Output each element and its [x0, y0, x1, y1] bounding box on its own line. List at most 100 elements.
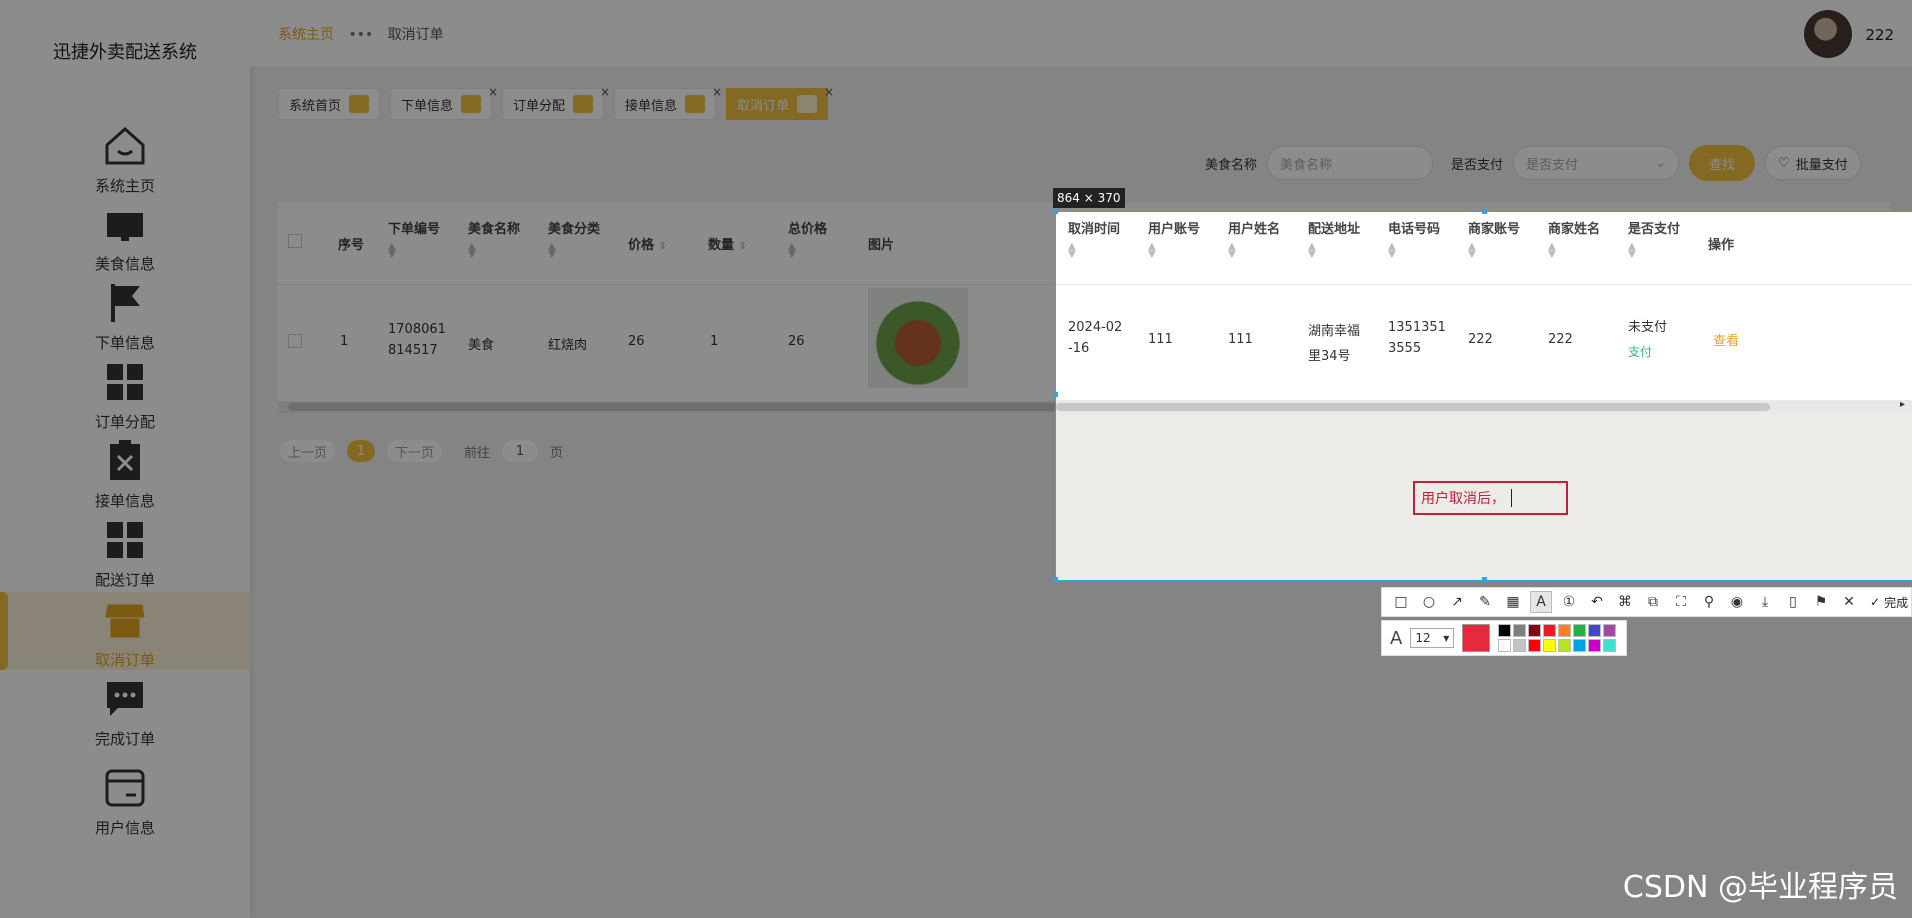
chat-icon	[107, 682, 143, 716]
tab-orders[interactable]: 下单信息 ×	[390, 85, 498, 120]
color-swatch[interactable]	[1603, 624, 1617, 637]
resize-handle[interactable]	[1482, 209, 1487, 214]
page-number-current[interactable]: 1	[347, 440, 376, 462]
select-all-checkbox[interactable]	[288, 234, 302, 248]
row-checkbox[interactable]	[288, 334, 302, 348]
color-swatch[interactable]	[1528, 624, 1542, 637]
close-icon[interactable]: ×	[712, 85, 722, 99]
column-header[interactable]: 取消时间 ▲ ▼	[1068, 218, 1120, 260]
arrow-tool-icon[interactable]: ↗	[1446, 591, 1468, 613]
color-swatch[interactable]	[1498, 639, 1512, 652]
tab-accept[interactable]: 接单信息 ×	[614, 85, 722, 120]
breadcrumb-home[interactable]: 系统主页	[278, 27, 334, 43]
column-header[interactable]: 下单编号 ▲ ▼	[388, 218, 440, 260]
column-header[interactable]: 数量 ⇕	[708, 234, 747, 253]
color-swatch[interactable]	[1603, 639, 1617, 652]
color-swatch[interactable]	[1558, 624, 1572, 637]
close-icon[interactable]: ✕	[1838, 591, 1860, 613]
ocr-icon[interactable]: ⌘	[1614, 591, 1636, 613]
sidebar-item-home[interactable]: 系统主页	[0, 118, 250, 196]
tab-refresh-icon[interactable]	[461, 95, 482, 113]
color-swatch[interactable]	[1543, 624, 1557, 637]
scrollbar-thumb[interactable]	[1056, 403, 1770, 411]
avatar[interactable]	[1804, 10, 1852, 58]
translate-icon[interactable]: ⧉	[1642, 591, 1664, 613]
sidebar-item-assign[interactable]: 订单分配	[0, 354, 250, 432]
column-header[interactable]: 用户账号 ▲ ▼	[1148, 218, 1200, 260]
search-button[interactable]: 查找	[1689, 145, 1756, 181]
tab-refresh-icon[interactable]	[685, 95, 706, 113]
resize-handle[interactable]	[1053, 577, 1058, 582]
batch-pay-button[interactable]: ♡ 批量支付	[1765, 146, 1861, 180]
column-header[interactable]: 商家姓名 ▲ ▼	[1548, 218, 1600, 260]
done-button[interactable]: ✓ 完成	[1870, 594, 1908, 611]
pay-link[interactable]: 支付	[1628, 343, 1667, 360]
sidebar-item-delivery[interactable]: 配送订单	[0, 512, 250, 590]
current-color-swatch[interactable]	[1462, 624, 1491, 652]
page-jump-input[interactable]: 1	[502, 440, 539, 462]
sidebar-item-label: 订单分配	[94, 413, 155, 431]
resize-handle[interactable]	[1053, 392, 1058, 397]
column-header[interactable]: 商家账号 ▲ ▼	[1468, 218, 1520, 260]
column-header[interactable]: 电话号码 ▲ ▼	[1388, 218, 1440, 260]
color-swatch[interactable]	[1543, 639, 1557, 652]
pencil-tool-icon[interactable]: ✎	[1474, 591, 1496, 613]
download-icon[interactable]: ⤓	[1754, 591, 1776, 613]
column-header[interactable]: 用户姓名 ▲ ▼	[1228, 218, 1280, 260]
close-icon[interactable]: ×	[600, 85, 610, 99]
text-annotation-box[interactable]: 用户取消后，	[1413, 481, 1568, 515]
column-header[interactable]: 是否支付 ▲ ▼	[1628, 218, 1680, 260]
text-tool-icon[interactable]: A	[1530, 591, 1552, 613]
rectangle-tool-icon[interactable]: □	[1390, 591, 1412, 613]
column-header[interactable]: 总价格 ▲ ▼	[788, 218, 827, 260]
tab-refresh-icon[interactable]	[797, 95, 818, 113]
resize-handle[interactable]	[1482, 577, 1487, 582]
color-swatch[interactable]	[1588, 624, 1602, 637]
record-icon[interactable]: ◉	[1726, 591, 1748, 613]
mosaic-tool-icon[interactable]: ▦	[1502, 591, 1524, 613]
username[interactable]: 222	[1865, 26, 1894, 44]
capture-region[interactable]: 取消时间 ▲ ▼ 用户账号 ▲ ▼ 用户姓名 ▲ ▼ 配送地址 ▲ ▼ 电话号码 ▲ ▼ 商家账号 ▲…	[1055, 211, 1912, 581]
close-icon[interactable]: ×	[488, 85, 498, 99]
tab-cancel[interactable]: 取消订单 ×	[726, 85, 834, 120]
next-page-button[interactable]: 下一页	[387, 440, 443, 462]
sidebar-item-food[interactable]: 美食信息	[0, 196, 250, 274]
horizontal-scrollbar[interactable]: ▸	[1056, 399, 1912, 413]
prev-page-button[interactable]: 上一页	[280, 440, 336, 462]
view-link[interactable]: 查看	[1713, 330, 1739, 349]
color-swatch[interactable]	[1573, 624, 1587, 637]
pin-icon[interactable]: ⚲	[1698, 591, 1720, 613]
color-swatch[interactable]	[1588, 639, 1602, 652]
tab-refresh-icon[interactable]	[573, 95, 594, 113]
phone-icon[interactable]: ▯	[1782, 591, 1804, 613]
color-swatch[interactable]	[1558, 639, 1572, 652]
column-header[interactable]: 配送地址 ▲ ▼	[1308, 218, 1360, 260]
sidebar-item-cancel[interactable]: 取消订单	[0, 592, 250, 670]
tab-refresh-icon[interactable]	[349, 95, 370, 113]
sidebar-item-orders[interactable]: 下单信息	[0, 275, 250, 353]
column-header[interactable]: 价格 ⇕	[628, 234, 667, 253]
font-size-select[interactable]: 12 ▾	[1410, 628, 1455, 648]
column-header[interactable]: 美食名称 ▲ ▼	[468, 218, 520, 260]
sidebar-item-accept[interactable]: 接单信息	[0, 433, 250, 511]
tab-assign[interactable]: 订单分配 ×	[502, 85, 610, 120]
close-icon[interactable]: ×	[824, 85, 834, 99]
bookmark-icon[interactable]: ⚑	[1810, 591, 1832, 613]
undo-icon[interactable]: ↶	[1586, 591, 1608, 613]
color-swatch[interactable]	[1513, 624, 1527, 637]
number-tool-icon[interactable]: ①	[1558, 591, 1580, 613]
sidebar-item-complete[interactable]: 完成订单	[0, 671, 250, 749]
color-swatch[interactable]	[1498, 624, 1512, 637]
scroll-right-icon[interactable]: ▸	[1900, 399, 1905, 410]
paid-select[interactable]: 是否支付 ⌄	[1513, 146, 1680, 180]
sidebar-item-users[interactable]: 用户信息	[0, 750, 250, 838]
color-swatch[interactable]	[1573, 639, 1587, 652]
color-swatch[interactable]	[1513, 639, 1527, 652]
food-name-input[interactable]: 美食名称	[1267, 146, 1434, 180]
column-header[interactable]: 美食分类 ▲ ▼	[548, 218, 600, 260]
scan-icon[interactable]: ⛶	[1670, 591, 1692, 613]
color-swatch[interactable]	[1528, 639, 1542, 652]
ellipse-tool-icon[interactable]: ○	[1418, 591, 1440, 613]
resize-handle[interactable]	[1053, 209, 1058, 214]
tab-home[interactable]: 系统首页	[278, 88, 381, 120]
